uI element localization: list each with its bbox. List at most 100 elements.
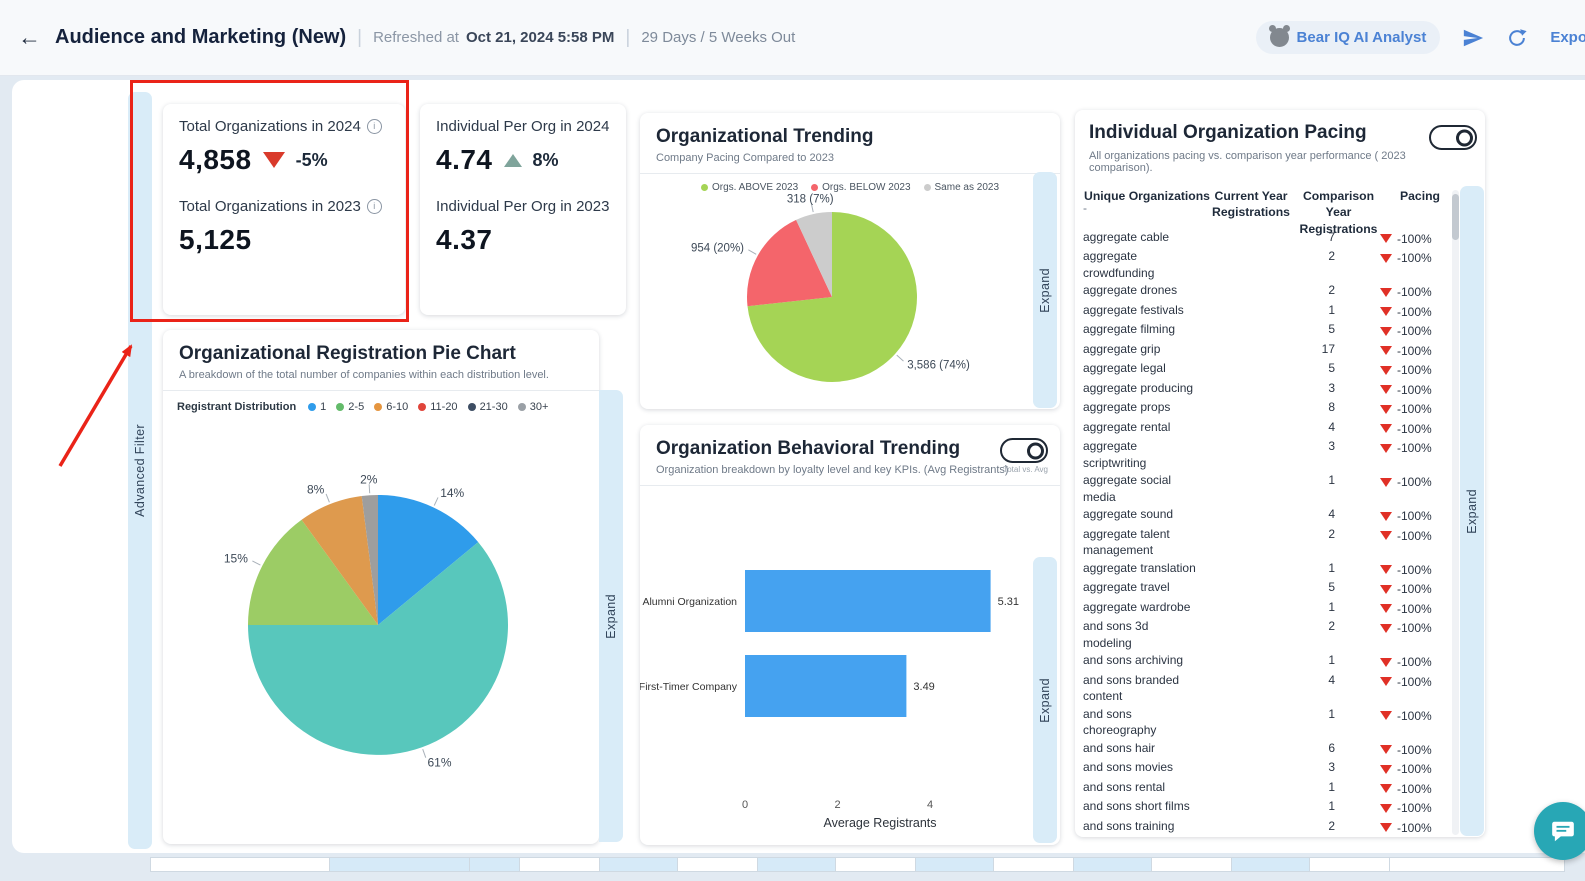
info-icon[interactable] [367, 119, 382, 134]
table-row[interactable]: aggregate translation1-100% [1083, 559, 1451, 579]
cell-organization: aggregate talent management [1083, 526, 1205, 559]
table-row[interactable]: aggregate scriptwriting3-100% [1083, 438, 1451, 472]
table-row[interactable]: aggregate festivals1-100% [1083, 301, 1451, 321]
cell-organization: and sons branded content [1083, 672, 1205, 705]
cell-comparison-year: 4 [1285, 672, 1380, 689]
table-row[interactable]: and sons hair6-100% [1083, 739, 1451, 759]
legend-item[interactable]: Same as 2023 [924, 182, 1000, 193]
pacing-value: -100% [1397, 250, 1432, 267]
card-head: Organizational Registration Pie Chart A … [163, 330, 599, 391]
trending-card-title: Organizational Trending [656, 126, 1044, 148]
pacing-down-icon [1380, 385, 1392, 394]
cell-comparison-year: 2 [1285, 248, 1380, 265]
cell-organization: aggregate wardrobe [1083, 599, 1205, 616]
table-row[interactable]: and sons choreography1-100% [1083, 705, 1451, 739]
table-row[interactable]: aggregate travel5-100% [1083, 579, 1451, 599]
table-row[interactable]: and sons 3d modeling2-100% [1083, 618, 1451, 652]
expand-tab-behavioral[interactable]: Expand [1033, 557, 1057, 843]
svg-text:8%: 8% [307, 482, 325, 496]
days-out-label: 29 Days / 5 Weeks Out [641, 29, 795, 46]
behavioral-trending-card: Organization Behavioral Trending Organiz… [640, 425, 1060, 845]
table-row[interactable]: and sons short films1-100% [1083, 798, 1451, 818]
table-row[interactable]: and sons branded content4-100% [1083, 671, 1451, 705]
table-row[interactable]: aggregate sound4-100% [1083, 506, 1451, 526]
pacing-table-scrollbar[interactable] [1452, 190, 1459, 835]
sort-indicator[interactable]: - [1083, 204, 1211, 212]
legend-item[interactable]: 30+ [518, 401, 549, 413]
behavioral-card-subtitle: Organization breakdown by loyalty level … [656, 464, 1044, 476]
table-row[interactable]: aggregate wardrobe1-100% [1083, 598, 1451, 618]
table-row[interactable]: and sons rental1-100% [1083, 778, 1451, 798]
pacing-toggle[interactable] [1429, 125, 1477, 150]
table-row[interactable]: aggregate crowdfunding2-100% [1083, 248, 1451, 282]
kpi-perorg-2024-delta: 8% [533, 150, 559, 171]
pacing-value: -100% [1397, 781, 1432, 798]
legend-item[interactable]: 2-5 [336, 401, 364, 413]
table-row[interactable]: aggregate producing3-100% [1083, 379, 1451, 399]
legend-item[interactable]: 21-30 [468, 401, 508, 413]
legend-item[interactable]: 6-10 [374, 401, 408, 413]
kpi-total-2024-value: 4,858 [179, 144, 252, 176]
cell-comparison-year: 1 [1285, 560, 1380, 577]
legend-item[interactable]: Orgs. ABOVE 2023 [701, 182, 798, 193]
advanced-filter-tab[interactable]: Advanced Filter [128, 92, 152, 849]
total-vs-avg-toggle[interactable] [1000, 438, 1048, 463]
table-row[interactable]: aggregate cable7-100% [1083, 228, 1451, 248]
cell-pacing: -100% [1380, 818, 1432, 836]
info-icon[interactable] [367, 199, 382, 214]
legend-item[interactable]: 11-20 [418, 401, 457, 413]
table-row[interactable]: and sons movies3-100% [1083, 759, 1451, 779]
refresh-icon[interactable] [1506, 27, 1528, 49]
cell-pacing: -100% [1380, 740, 1432, 759]
table-strip-cell [836, 857, 916, 872]
organizational-trending-card: Organizational Trending Company Pacing C… [640, 113, 1060, 409]
legend-label: Orgs. ABOVE 2023 [712, 182, 798, 193]
pacing-down-icon [1380, 512, 1392, 521]
header-separator: | [625, 27, 630, 49]
toggle-caption: Total vs. Avg [1003, 465, 1048, 474]
pacing-down-icon [1380, 307, 1392, 316]
cell-organization: and sons short films [1083, 798, 1205, 815]
trending-card-subtitle: Company Pacing Compared to 2023 [656, 152, 1044, 164]
table-row[interactable]: aggregate legal5-100% [1083, 360, 1451, 380]
table-row[interactable]: aggregate props8-100% [1083, 399, 1451, 419]
export-button[interactable]: Expo [1550, 29, 1585, 46]
expand-tab-registration[interactable]: Expand [599, 390, 623, 842]
pacing-down-icon [1380, 804, 1392, 813]
table-row[interactable]: aggregate social media1-100% [1083, 472, 1451, 506]
table-row[interactable]: aggregate filming5-100% [1083, 321, 1451, 341]
table-row[interactable]: aggregate grip17-100% [1083, 340, 1451, 360]
table-row[interactable]: and sons archiving1-100% [1083, 652, 1451, 672]
cell-pacing: -100% [1380, 380, 1432, 399]
table-row[interactable]: aggregate drones2-100% [1083, 282, 1451, 302]
cell-comparison-year: 1 [1285, 706, 1380, 723]
pacing-value: -100% [1397, 528, 1432, 545]
cell-pacing: -100% [1380, 779, 1432, 798]
expand-tab-trending[interactable]: Expand [1033, 172, 1057, 408]
cell-organization: and sons hair [1083, 740, 1205, 757]
legend-dot [336, 403, 344, 411]
send-icon[interactable] [1462, 27, 1484, 49]
pacing-down-icon [1380, 604, 1392, 613]
cell-pacing: -100% [1380, 579, 1432, 598]
legend-item[interactable]: Orgs. BELOW 2023 [811, 182, 910, 193]
expand-tab-pacing[interactable]: Expand [1460, 186, 1484, 836]
legend-item[interactable]: 1 [308, 401, 326, 413]
scrollbar-thumb[interactable] [1452, 194, 1459, 240]
table-row[interactable]: aggregate talent management2-100% [1083, 525, 1451, 559]
ai-analyst-button[interactable]: Bear IQ AI Analyst [1256, 21, 1441, 54]
refreshed-at-value: Oct 21, 2024 5:58 PM [466, 29, 614, 46]
cell-comparison-year: 3 [1285, 759, 1380, 776]
svg-text:14%: 14% [440, 486, 464, 500]
table-strip-cell [1074, 857, 1152, 872]
cell-comparison-year: 1 [1285, 302, 1380, 319]
table-row[interactable]: aggregate rental4-100% [1083, 418, 1451, 438]
table-row[interactable]: and sons training videos2-100% [1083, 817, 1451, 835]
chat-fab-button[interactable] [1534, 802, 1585, 860]
legend-label: 2-5 [348, 401, 364, 413]
pacing-down-icon [1380, 624, 1392, 633]
expand-label: Expand [1038, 268, 1052, 313]
back-arrow-icon[interactable]: ← [18, 24, 41, 51]
pacing-value: -100% [1397, 508, 1432, 525]
legend-label: 30+ [530, 401, 549, 413]
